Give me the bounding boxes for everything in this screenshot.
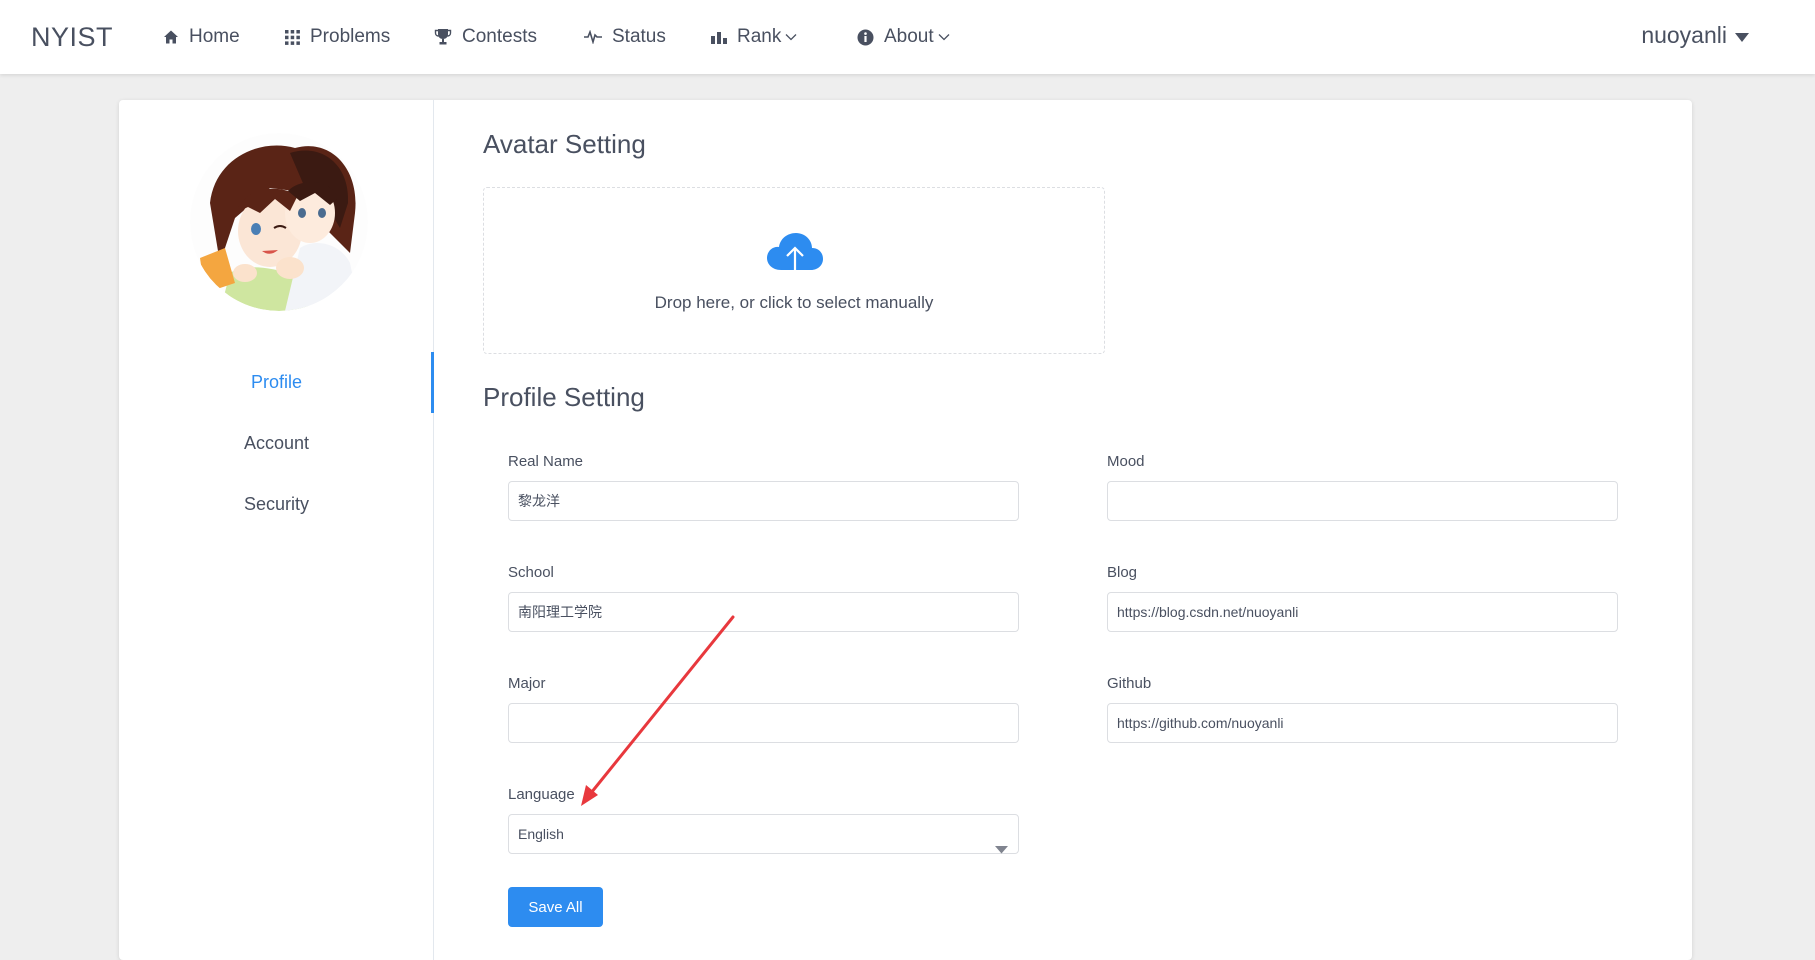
nav-rank[interactable]: Rank [711,24,797,50]
settings-menu: Profile Account Security [119,352,434,535]
pulse-icon [584,30,602,44]
avatar-section-title: Avatar Setting [483,129,646,159]
nav-contests[interactable]: Contests [434,24,537,50]
profile-section-title: Profile Setting [483,382,645,412]
cloud-upload-icon [766,232,824,287]
nav-rank-label: Rank [737,26,782,47]
bar-chart-icon [711,31,727,44]
language-selected-value: English [518,826,564,842]
mood-field[interactable] [1107,481,1618,521]
sidebar-item-account[interactable]: Account [119,413,434,474]
real-name-label: Real Name [508,453,584,470]
language-label: Language [508,786,575,803]
save-all-button[interactable]: Save All [508,887,603,927]
nav-about[interactable]: About [857,24,950,50]
trophy-icon [434,28,452,46]
nav-about-label: About [884,26,934,47]
language-select[interactable]: English [508,814,1019,854]
blog-field[interactable] [1107,592,1618,632]
nav-contests-label: Contests [462,26,537,47]
school-field[interactable] [508,592,1019,632]
nav-status[interactable]: Status [584,24,666,50]
avatar [190,133,368,311]
home-icon [163,29,179,45]
blog-label: Blog [1107,564,1138,581]
major-field[interactable] [508,703,1019,743]
github-field[interactable] [1107,703,1618,743]
caret-down-icon [995,830,1008,868]
nav-home[interactable]: Home [163,24,240,50]
brand-logo[interactable]: NYIST [31,22,113,53]
upload-hint: Drop here, or click to select manually [654,293,934,312]
sidebar-item-security[interactable]: Security [119,474,434,535]
settings-sidebar: Profile Account Security [119,100,434,960]
school-label: School [508,564,554,581]
nav-problems[interactable]: Problems [285,24,390,50]
major-label: Major [508,675,546,692]
github-label: Github [1107,675,1152,692]
nav-home-label: Home [189,26,240,47]
avatar-upload-dropzone[interactable]: Drop here, or click to select manually [483,187,1105,354]
user-menu[interactable]: nuoyanli [1641,22,1749,49]
username: nuoyanli [1641,22,1727,48]
settings-card: Profile Account Security Avatar Setting … [119,100,1692,960]
grid-icon [285,29,300,45]
caret-down-icon [1735,22,1749,49]
info-icon [857,29,874,46]
settings-main: Avatar Setting Drop here, or click to se… [483,100,1692,960]
chevron-down-icon [785,33,797,41]
top-nav-bar: NYIST Home Problems Contests Status Rank… [0,0,1815,74]
chevron-down-icon [938,33,950,41]
mood-label: Mood [1107,453,1145,470]
nav-status-label: Status [612,26,666,47]
nav-problems-label: Problems [310,26,391,47]
real-name-field[interactable] [508,481,1019,521]
sidebar-item-profile[interactable]: Profile [119,352,434,413]
